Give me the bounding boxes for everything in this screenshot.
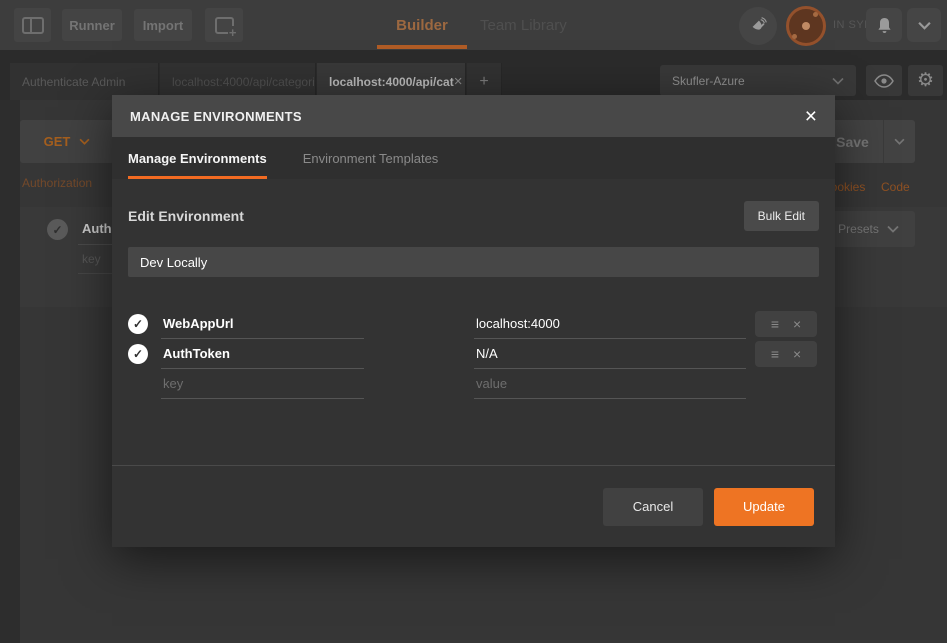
notifications-button[interactable] (866, 8, 902, 42)
code-link[interactable]: Code (881, 180, 910, 194)
row-controls: ≡ × (755, 341, 817, 367)
new-window-button[interactable]: + (205, 8, 243, 42)
method-label: GET (43, 134, 71, 149)
environment-preview-button[interactable] (866, 65, 902, 96)
authorization-tab[interactable]: Authorization (22, 176, 92, 190)
sidebar-toggle-button[interactable] (14, 8, 51, 42)
chevron-down-icon (79, 138, 90, 145)
modal-footer: Cancel Update (112, 465, 835, 547)
user-menu-button[interactable] (907, 8, 941, 42)
new-key-input[interactable] (161, 369, 364, 399)
chevron-down-icon (917, 21, 931, 30)
sidebar-toggle-icon (21, 16, 44, 34)
chevron-down-icon (887, 225, 899, 233)
key-input[interactable] (161, 309, 364, 339)
import-button[interactable]: Import (134, 9, 192, 41)
save-menu-button[interactable] (884, 120, 915, 163)
drag-handle-icon[interactable]: ≡ (771, 347, 779, 361)
row-controls: ≡ × (755, 311, 817, 337)
environment-selector-value: Skufler-Azure (672, 73, 745, 88)
app-window: Runner Import + Builder Team Library IN … (0, 0, 947, 643)
settings-button[interactable]: ⚙ (908, 65, 943, 96)
value-input[interactable] (474, 309, 746, 339)
gear-icon: ⚙ (916, 70, 935, 91)
row-checkbox[interactable]: ✓ (128, 314, 148, 334)
key-placeholder: key (82, 252, 101, 266)
check-icon: ✓ (132, 347, 144, 361)
builder-tab-underline (377, 45, 467, 49)
cancel-button[interactable]: Cancel (603, 487, 703, 526)
section-title: Edit Environment (128, 208, 244, 224)
new-window-icon: + (214, 16, 238, 39)
tab-builder[interactable]: Builder (377, 0, 467, 50)
plus-glyph: + (227, 24, 238, 40)
environment-selector[interactable]: Skufler-Azure (660, 65, 856, 96)
orbit-core-icon (802, 22, 810, 30)
row-checkbox[interactable]: ✓ (128, 344, 148, 364)
chevron-down-icon (894, 138, 905, 145)
section-header-row: Edit Environment Bulk Edit (128, 201, 819, 231)
new-value-input[interactable] (474, 369, 746, 399)
check-icon: ✓ (52, 222, 63, 237)
sidebar-strip (0, 100, 20, 643)
chevron-down-icon (832, 77, 844, 85)
check-icon: ✓ (132, 317, 144, 331)
modal-header: MANAGE ENVIRONMENTS × (112, 95, 835, 137)
tab-environment-templates[interactable]: Environment Templates (303, 137, 439, 179)
request-tab-label: localhost:4000/api/cat (329, 74, 454, 89)
row-checkbox[interactable]: ✓ (47, 219, 68, 240)
table-row: ✓ ≡ × (128, 309, 819, 339)
update-button[interactable]: Update (714, 487, 814, 526)
bell-icon (877, 17, 891, 33)
orbit-dot-icon (792, 34, 797, 39)
manage-environments-modal: MANAGE ENVIRONMENTS × Manage Environment… (112, 95, 835, 547)
modal-body: Edit Environment Bulk Edit ✓ ≡ × ✓ (112, 179, 835, 465)
delete-row-icon[interactable]: × (793, 317, 801, 331)
delete-row-icon[interactable]: × (793, 347, 801, 361)
method-dropdown[interactable]: GET (20, 120, 114, 163)
satellite-icon (752, 17, 767, 30)
save-split-button[interactable]: Save (822, 120, 915, 163)
runner-button[interactable]: Runner (62, 9, 122, 41)
tab-team-library[interactable]: Team Library (480, 0, 580, 50)
modal-title: MANAGE ENVIRONMENTS (130, 108, 302, 124)
bulk-edit-button[interactable]: Bulk Edit (743, 201, 819, 231)
presets-label: Presets (838, 222, 879, 236)
drag-handle-icon[interactable]: ≡ (771, 317, 779, 331)
tab-manage-environments[interactable]: Manage Environments (128, 137, 267, 179)
value-input[interactable] (474, 339, 746, 369)
modal-tab-bar: Manage Environments Environment Template… (112, 137, 835, 179)
request-tab-bar: Authenticate Admin localhost:4000/api/ca… (0, 50, 947, 100)
key-value-editor: ✓ ≡ × ✓ ≡ × (128, 309, 819, 399)
key-input[interactable] (161, 339, 364, 369)
top-bar: Runner Import + Builder Team Library IN … (0, 0, 947, 50)
orbit-dot-icon (813, 12, 818, 17)
sync-avatar[interactable] (786, 6, 826, 46)
modal-close-icon[interactable]: × (805, 106, 817, 127)
eye-icon (874, 73, 894, 88)
table-row-empty (128, 369, 819, 399)
table-row: ✓ ≡ × (128, 339, 819, 369)
environment-name-input[interactable] (128, 247, 819, 277)
presets-dropdown[interactable]: Presets (822, 211, 915, 247)
close-tab-icon[interactable]: × (454, 73, 463, 90)
proxy-button[interactable] (739, 7, 777, 45)
